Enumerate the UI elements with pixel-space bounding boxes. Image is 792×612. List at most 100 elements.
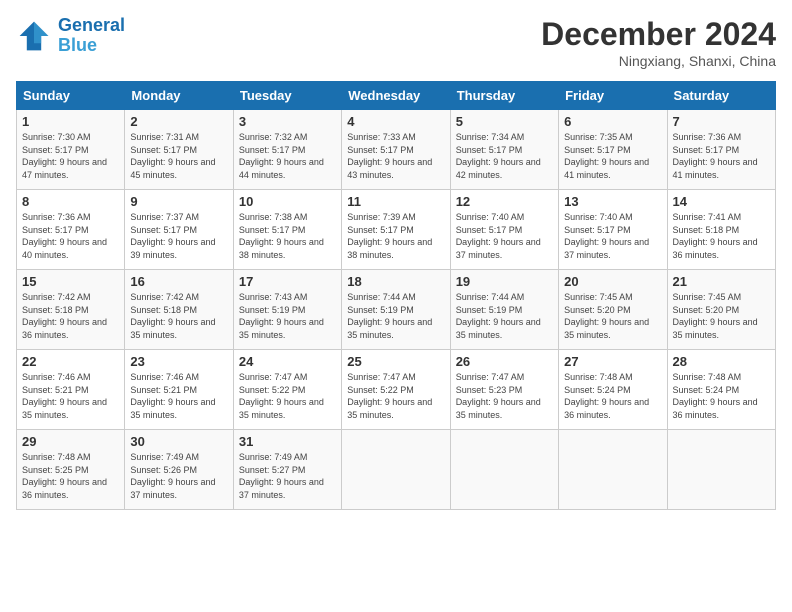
day-info: Sunrise: 7:47 AM Sunset: 5:22 PM Dayligh…	[239, 371, 336, 421]
day-info: Sunrise: 7:42 AM Sunset: 5:18 PM Dayligh…	[130, 291, 227, 341]
calendar-cell: 1 Sunrise: 7:30 AM Sunset: 5:17 PM Daylig…	[17, 110, 125, 190]
calendar-cell: 7 Sunrise: 7:36 AM Sunset: 5:17 PM Daylig…	[667, 110, 775, 190]
day-number: 1	[22, 114, 119, 129]
calendar-cell: 27Sunrise: 7:48 AM Sunset: 5:24 PM Dayli…	[559, 350, 667, 430]
weekday-header-row: SundayMondayTuesdayWednesdayThursdayFrid…	[17, 82, 776, 110]
day-info: Sunrise: 7:49 AM Sunset: 5:27 PM Dayligh…	[239, 451, 336, 501]
weekday-header-tuesday: Tuesday	[233, 82, 341, 110]
day-number: 22	[22, 354, 119, 369]
day-info: Sunrise: 7:30 AM Sunset: 5:17 PM Dayligh…	[22, 131, 119, 181]
logo: GeneralBlue	[16, 16, 125, 56]
day-number: 2	[130, 114, 227, 129]
day-info: Sunrise: 7:48 AM Sunset: 5:25 PM Dayligh…	[22, 451, 119, 501]
calendar-cell: 25Sunrise: 7:47 AM Sunset: 5:22 PM Dayli…	[342, 350, 450, 430]
day-number: 9	[130, 194, 227, 209]
calendar-cell	[559, 430, 667, 510]
calendar-cell: 30 Sunrise: 7:49 AM Sunset: 5:26 PM Dayli…	[125, 430, 233, 510]
calendar-cell: 12 Sunrise: 7:40 AM Sunset: 5:17 PM Dayli…	[450, 190, 558, 270]
calendar-cell: 6 Sunrise: 7:35 AM Sunset: 5:17 PM Daylig…	[559, 110, 667, 190]
calendar-cell: 9Sunrise: 7:37 AM Sunset: 5:17 PM Daylig…	[125, 190, 233, 270]
day-number: 12	[456, 194, 553, 209]
page-header: GeneralBlue December 2024 Ningxiang, Sha…	[16, 16, 776, 69]
title-block: December 2024 Ningxiang, Shanxi, China	[541, 16, 776, 69]
calendar-cell: 31Sunrise: 7:49 AM Sunset: 5:27 PM Dayli…	[233, 430, 341, 510]
calendar-week-row: 1 Sunrise: 7:30 AM Sunset: 5:17 PM Daylig…	[17, 110, 776, 190]
calendar-cell: 19Sunrise: 7:44 AM Sunset: 5:19 PM Dayli…	[450, 270, 558, 350]
day-info: Sunrise: 7:36 AM Sunset: 5:17 PM Dayligh…	[673, 131, 770, 181]
day-number: 16	[130, 274, 227, 289]
day-number: 5	[456, 114, 553, 129]
day-info: Sunrise: 7:45 AM Sunset: 5:20 PM Dayligh…	[564, 291, 661, 341]
calendar-cell: 10Sunrise: 7:38 AM Sunset: 5:17 PM Dayli…	[233, 190, 341, 270]
calendar-cell	[342, 430, 450, 510]
day-number: 23	[130, 354, 227, 369]
day-number: 29	[22, 434, 119, 449]
day-info: Sunrise: 7:46 AM Sunset: 5:21 PM Dayligh…	[22, 371, 119, 421]
calendar-cell: 23 Sunrise: 7:46 AM Sunset: 5:21 PM Dayli…	[125, 350, 233, 430]
day-info: Sunrise: 7:32 AM Sunset: 5:17 PM Dayligh…	[239, 131, 336, 181]
calendar-cell	[450, 430, 558, 510]
calendar-cell: 14 Sunrise: 7:41 AM Sunset: 5:18 PM Dayli…	[667, 190, 775, 270]
day-number: 28	[673, 354, 770, 369]
day-info: Sunrise: 7:33 AM Sunset: 5:17 PM Dayligh…	[347, 131, 444, 181]
calendar-cell: 22 Sunrise: 7:46 AM Sunset: 5:21 PM Dayli…	[17, 350, 125, 430]
day-info: Sunrise: 7:40 AM Sunset: 5:17 PM Dayligh…	[456, 211, 553, 261]
day-info: Sunrise: 7:42 AM Sunset: 5:18 PM Dayligh…	[22, 291, 119, 341]
calendar-cell: 17 Sunrise: 7:43 AM Sunset: 5:19 PM Dayli…	[233, 270, 341, 350]
day-info: Sunrise: 7:39 AM Sunset: 5:17 PM Dayligh…	[347, 211, 444, 261]
day-info: Sunrise: 7:41 AM Sunset: 5:18 PM Dayligh…	[673, 211, 770, 261]
day-number: 14	[673, 194, 770, 209]
day-number: 6	[564, 114, 661, 129]
weekday-header-wednesday: Wednesday	[342, 82, 450, 110]
day-number: 27	[564, 354, 661, 369]
day-info: Sunrise: 7:49 AM Sunset: 5:26 PM Dayligh…	[130, 451, 227, 501]
weekday-header-monday: Monday	[125, 82, 233, 110]
day-number: 18	[347, 274, 444, 289]
logo-icon	[16, 18, 52, 54]
calendar-cell: 24Sunrise: 7:47 AM Sunset: 5:22 PM Dayli…	[233, 350, 341, 430]
day-number: 30	[130, 434, 227, 449]
calendar-cell: 8 Sunrise: 7:36 AM Sunset: 5:17 PM Daylig…	[17, 190, 125, 270]
day-number: 4	[347, 114, 444, 129]
day-info: Sunrise: 7:40 AM Sunset: 5:17 PM Dayligh…	[564, 211, 661, 261]
day-info: Sunrise: 7:44 AM Sunset: 5:19 PM Dayligh…	[347, 291, 444, 341]
logo-text: GeneralBlue	[58, 16, 125, 56]
day-info: Sunrise: 7:47 AM Sunset: 5:22 PM Dayligh…	[347, 371, 444, 421]
day-info: Sunrise: 7:35 AM Sunset: 5:17 PM Dayligh…	[564, 131, 661, 181]
calendar-cell: 26 Sunrise: 7:47 AM Sunset: 5:23 PM Dayli…	[450, 350, 558, 430]
day-info: Sunrise: 7:48 AM Sunset: 5:24 PM Dayligh…	[673, 371, 770, 421]
weekday-header-friday: Friday	[559, 82, 667, 110]
day-info: Sunrise: 7:46 AM Sunset: 5:21 PM Dayligh…	[130, 371, 227, 421]
calendar-cell: 4 Sunrise: 7:33 AM Sunset: 5:17 PM Daylig…	[342, 110, 450, 190]
calendar-cell: 11 Sunrise: 7:39 AM Sunset: 5:17 PM Dayli…	[342, 190, 450, 270]
location: Ningxiang, Shanxi, China	[541, 53, 776, 69]
weekday-header-thursday: Thursday	[450, 82, 558, 110]
day-number: 21	[673, 274, 770, 289]
day-info: Sunrise: 7:43 AM Sunset: 5:19 PM Dayligh…	[239, 291, 336, 341]
calendar-cell: 13Sunrise: 7:40 AM Sunset: 5:17 PM Dayli…	[559, 190, 667, 270]
weekday-header-sunday: Sunday	[17, 82, 125, 110]
day-number: 26	[456, 354, 553, 369]
calendar-cell: 20Sunrise: 7:45 AM Sunset: 5:20 PM Dayli…	[559, 270, 667, 350]
day-info: Sunrise: 7:36 AM Sunset: 5:17 PM Dayligh…	[22, 211, 119, 261]
day-number: 15	[22, 274, 119, 289]
calendar-cell: 21 Sunrise: 7:45 AM Sunset: 5:20 PM Dayli…	[667, 270, 775, 350]
calendar-cell: 28 Sunrise: 7:48 AM Sunset: 5:24 PM Dayli…	[667, 350, 775, 430]
day-number: 8	[22, 194, 119, 209]
calendar-week-row: 8 Sunrise: 7:36 AM Sunset: 5:17 PM Daylig…	[17, 190, 776, 270]
day-info: Sunrise: 7:47 AM Sunset: 5:23 PM Dayligh…	[456, 371, 553, 421]
calendar-cell: 15 Sunrise: 7:42 AM Sunset: 5:18 PM Dayli…	[17, 270, 125, 350]
day-number: 17	[239, 274, 336, 289]
calendar-week-row: 22 Sunrise: 7:46 AM Sunset: 5:21 PM Dayli…	[17, 350, 776, 430]
day-number: 19	[456, 274, 553, 289]
calendar-cell	[667, 430, 775, 510]
calendar-cell: 16 Sunrise: 7:42 AM Sunset: 5:18 PM Dayli…	[125, 270, 233, 350]
day-number: 10	[239, 194, 336, 209]
day-number: 11	[347, 194, 444, 209]
calendar-cell: 18 Sunrise: 7:44 AM Sunset: 5:19 PM Dayli…	[342, 270, 450, 350]
month-title: December 2024	[541, 16, 776, 53]
calendar-cell: 3Sunrise: 7:32 AM Sunset: 5:17 PM Daylig…	[233, 110, 341, 190]
day-info: Sunrise: 7:45 AM Sunset: 5:20 PM Dayligh…	[673, 291, 770, 341]
day-number: 7	[673, 114, 770, 129]
calendar-cell: 2Sunrise: 7:31 AM Sunset: 5:17 PM Daylig…	[125, 110, 233, 190]
